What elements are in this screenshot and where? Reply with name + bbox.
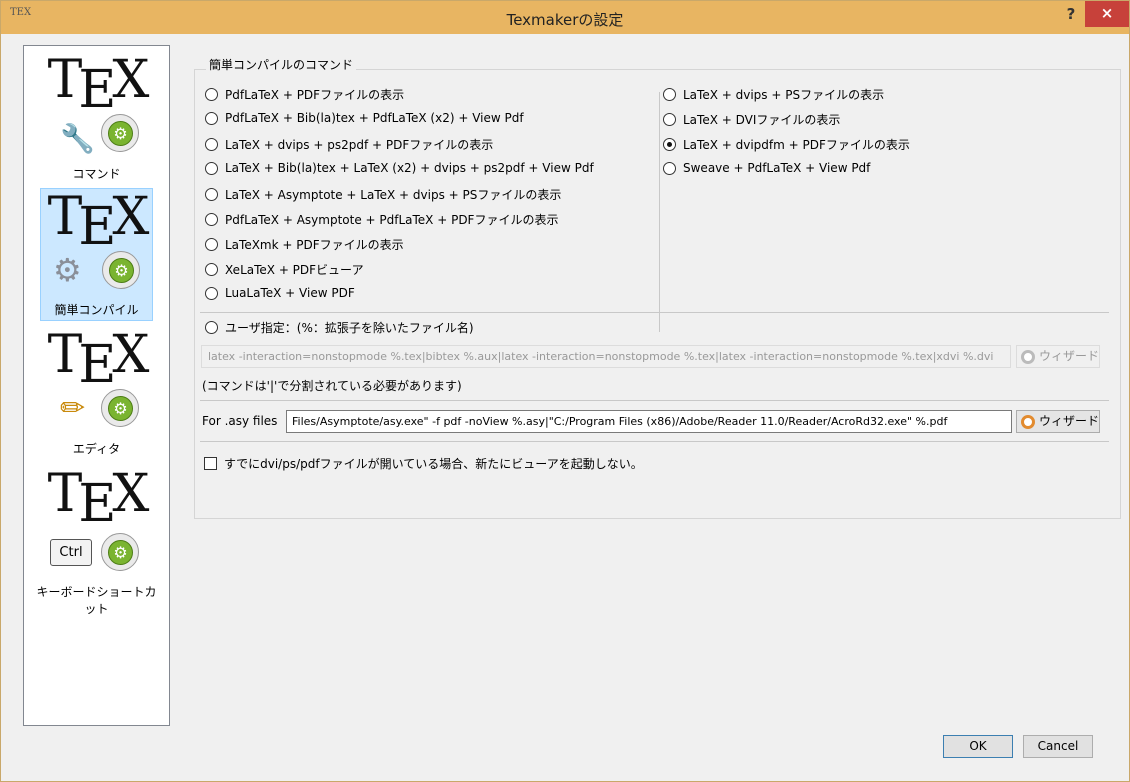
help-button[interactable]: ? [1061, 5, 1081, 27]
ctrl-key-icon: Ctrl [50, 539, 92, 566]
radio-option[interactable]: LaTeX + dvips + ps2pdf + PDFファイルの表示 [205, 136, 493, 153]
radio-circle[interactable] [205, 321, 218, 334]
lifebuoy-icon [1021, 415, 1035, 429]
window-title: Texmakerの設定 [506, 11, 624, 29]
radio-circle[interactable] [663, 113, 676, 126]
radio-circle[interactable] [205, 188, 218, 201]
radio-option-user-defined[interactable]: ユーザ指定：(%：拡張子を除いたファイル名) [205, 319, 474, 336]
pencil-icon: ✏ [60, 391, 86, 426]
radio-circle[interactable] [663, 88, 676, 101]
checkbox-box[interactable] [204, 457, 217, 470]
dialog-body: TEX 🔧 ⚙ コマンド TEX ⚙ ⚙ 簡単コンパイル TEX ✏ ⚙ エディ… [9, 34, 1122, 774]
radio-option[interactable]: PdfLaTeX + PDFファイルの表示 [205, 86, 404, 103]
close-button[interactable]: × [1085, 1, 1129, 27]
sidebar-item-quick-build[interactable]: TEX ⚙ ⚙ 簡単コンパイル [40, 188, 153, 321]
radio-option[interactable]: LaTeX + dvips + PSファイルの表示 [663, 86, 884, 103]
title-bar[interactable]: TEX Texmakerの設定 ? × [1, 1, 1129, 34]
radio-option-selected[interactable]: LaTeX + dvipdfm + PDFファイルの表示 [663, 136, 910, 153]
cancel-button[interactable]: Cancel [1023, 735, 1093, 758]
gray-gear-icon: ⚙ [53, 251, 82, 289]
divider [200, 400, 1109, 401]
category-sidebar: TEX 🔧 ⚙ コマンド TEX ⚙ ⚙ 簡単コンパイル TEX ✏ ⚙ エディ… [23, 45, 170, 726]
divider [200, 441, 1109, 442]
user-command-wizard-button[interactable]: ウィザード [1016, 345, 1100, 368]
radio-circle[interactable] [205, 238, 218, 251]
settings-dialog: TEX Texmakerの設定 ? × TEX 🔧 ⚙ コマンド TEX ⚙ ⚙… [0, 0, 1130, 782]
user-command-input[interactable]: latex -interaction=nonstopmode %.tex|bib… [201, 345, 1011, 368]
no-restart-viewer-checkbox[interactable]: すでにdvi/ps/pdfファイルが開いている場合、新たにビューアを起動しない。 [204, 455, 643, 472]
group-title: 簡単コンパイルのコマンド [206, 56, 357, 73]
radio-circle[interactable] [205, 88, 218, 101]
tex-logo-icon: TEX [47, 464, 150, 534]
gear-icon: ⚙ [101, 533, 139, 571]
wrench-icon: 🔧 [60, 122, 95, 155]
asy-command-input[interactable]: Files/Asymptote/asy.exe" -f pdf -noView … [286, 410, 1012, 433]
tex-logo-icon: TEX [47, 187, 150, 257]
radio-option[interactable]: LaTeX + Bib(la)tex + LaTeX (x2) + dvips … [205, 161, 594, 175]
radio-option[interactable]: LaTeXmk + PDFファイルの表示 [205, 236, 404, 253]
sidebar-item-commands[interactable]: TEX 🔧 ⚙ コマンド [40, 52, 153, 185]
sidebar-item-keyboard-shortcuts[interactable]: TEX Ctrl ⚙ キーボードショートカット [34, 464, 159, 616]
radio-circle[interactable] [663, 161, 676, 175]
radio-option[interactable]: LaTeX + DVIファイルの表示 [663, 111, 840, 128]
lifebuoy-icon [1021, 350, 1035, 364]
gear-icon: ⚙ [101, 389, 139, 427]
radio-option[interactable]: Sweave + PdfLaTeX + View Pdf [663, 161, 870, 175]
divider [200, 312, 1109, 313]
radio-circle[interactable] [205, 286, 218, 300]
radio-circle[interactable] [205, 213, 218, 226]
tex-logo-icon: TEX [47, 325, 150, 395]
radio-option[interactable]: PdfLaTeX + Asymptote + PdfLaTeX + PDFファイ… [205, 211, 558, 228]
sidebar-item-label: エディタ [72, 442, 121, 456]
radio-circle[interactable] [205, 161, 218, 175]
ok-button[interactable]: OK [943, 735, 1013, 758]
sidebar-item-label: 簡単コンパイル [54, 303, 139, 317]
radio-circle[interactable] [205, 263, 218, 276]
asy-files-label: For .asy files [202, 414, 278, 428]
gear-icon: ⚙ [101, 114, 139, 152]
radio-option[interactable]: XeLaTeX + PDFビューア [205, 261, 364, 278]
radio-circle[interactable] [663, 138, 676, 151]
tex-logo-icon: TEX [47, 50, 150, 120]
radio-option[interactable]: LaTeX + Asymptote + LaTeX + dvips + PSファ… [205, 186, 561, 203]
radio-circle[interactable] [205, 138, 218, 151]
gear-icon: ⚙ [102, 251, 140, 289]
column-divider [659, 92, 660, 332]
sidebar-item-editor[interactable]: TEX ✏ ⚙ エディタ [40, 327, 153, 460]
separator-note: (コマンドは'|'で分割されている必要があります) [202, 379, 462, 393]
asy-wizard-button[interactable]: ウィザード [1016, 410, 1100, 433]
radio-option[interactable]: PdfLaTeX + Bib(la)tex + PdfLaTeX (x2) + … [205, 111, 524, 125]
radio-option[interactable]: LuaLaTeX + View PDF [205, 286, 355, 300]
sidebar-item-label: コマンド [72, 167, 121, 181]
sidebar-item-label: キーボードショートカット [36, 585, 157, 616]
radio-circle[interactable] [205, 111, 218, 125]
